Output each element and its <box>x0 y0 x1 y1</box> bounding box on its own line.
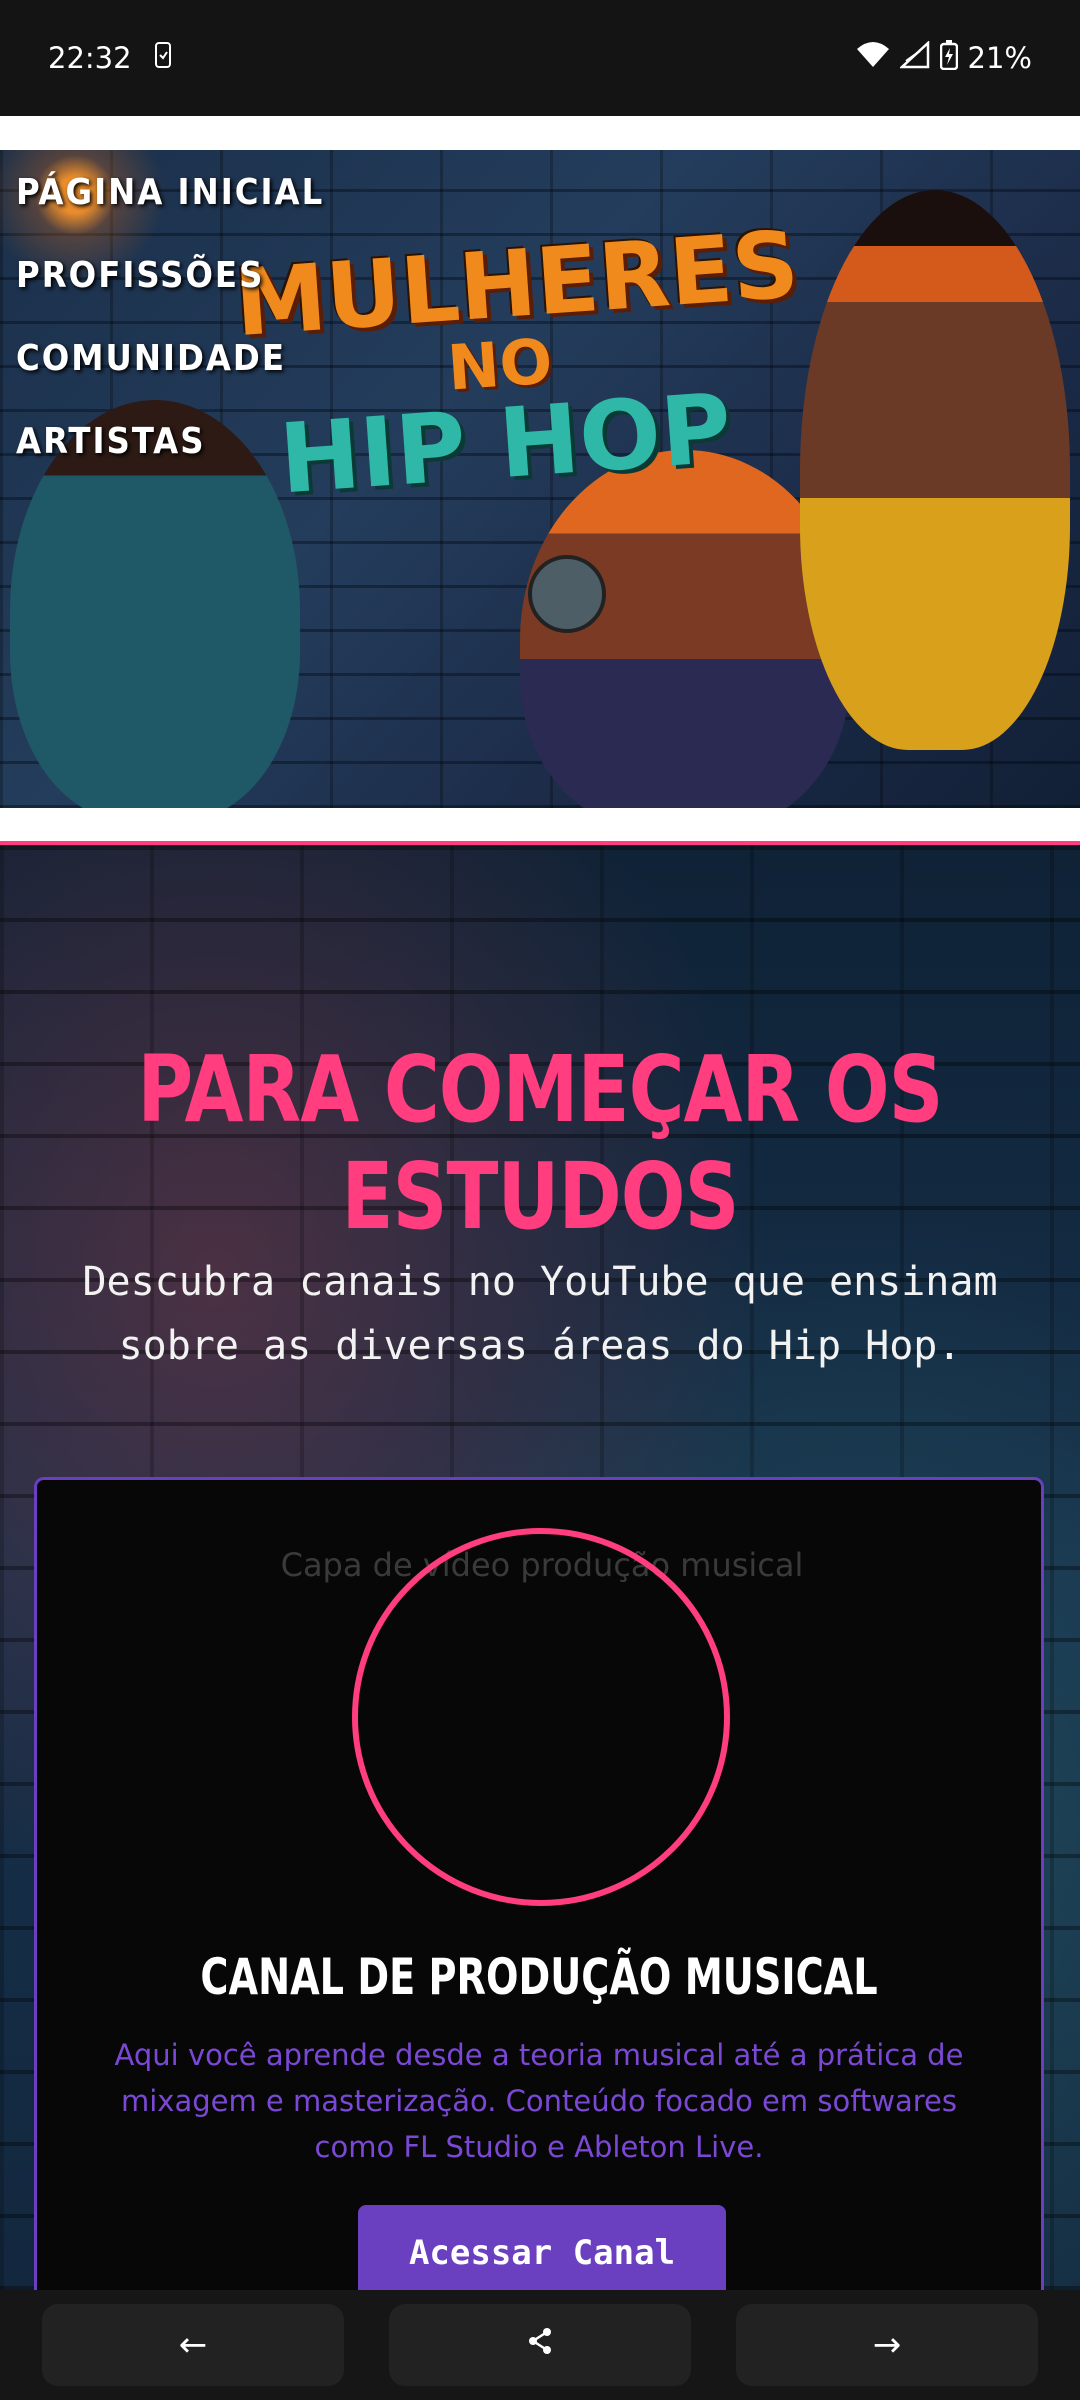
section-title: PARA COMEÇAR OS ESTUDOS <box>137 1036 943 1250</box>
nav-item-pagina-inicial[interactable]: PÁGINA INICIAL <box>16 172 324 213</box>
hero-banner: MULHERES NO HIP HOP PÁGINA INICIAL PROFI… <box>0 150 1080 808</box>
share-icon <box>525 2325 555 2365</box>
hero-figure-right <box>800 190 1070 750</box>
nav-item-comunidade[interactable]: COMUNIDADE <box>16 338 324 379</box>
nav-item-profissoes[interactable]: PROFISSÕES <box>16 255 324 296</box>
forward-button[interactable]: → <box>736 2304 1038 2386</box>
battery-percent: 21% <box>967 41 1032 75</box>
main-nav: PÁGINA INICIAL PROFISSÕES COMUNIDADE ART… <box>16 172 324 462</box>
top-spacer <box>0 116 1080 150</box>
hero-spacer <box>0 808 1080 841</box>
arrow-left-icon: ← <box>178 2325 208 2365</box>
status-bar: 22:32 21% <box>0 0 1080 116</box>
battery-charging-icon <box>939 39 958 77</box>
channel-card: Capa de vídeo produção musical CANAL DE … <box>34 1477 1044 2317</box>
status-right: 21% <box>856 39 1032 77</box>
card-description: Aqui você aprende desde a teoria musical… <box>114 2038 964 2164</box>
bottom-nav-bar: ← → <box>0 2290 1080 2400</box>
status-time: 22:32 <box>48 41 132 75</box>
share-button[interactable] <box>389 2304 691 2386</box>
access-channel-button[interactable]: Acessar Canal <box>358 2205 726 2301</box>
section-description: Descubra canais no YouTube que ensinam s… <box>82 1259 998 1369</box>
microphone-icon <box>528 555 606 633</box>
video-thumbnail[interactable] <box>352 1528 730 1906</box>
status-left: 22:32 <box>48 41 172 75</box>
arrow-right-icon: → <box>872 2325 902 2365</box>
wifi-icon <box>856 41 890 76</box>
nav-item-artistas[interactable]: ARTISTAS <box>16 421 324 462</box>
card-title: CANAL DE PRODUÇÃO MUSICAL <box>200 1948 878 2006</box>
phone-notification-icon <box>154 41 172 75</box>
back-button[interactable]: ← <box>42 2304 344 2386</box>
signal-icon <box>898 39 930 76</box>
